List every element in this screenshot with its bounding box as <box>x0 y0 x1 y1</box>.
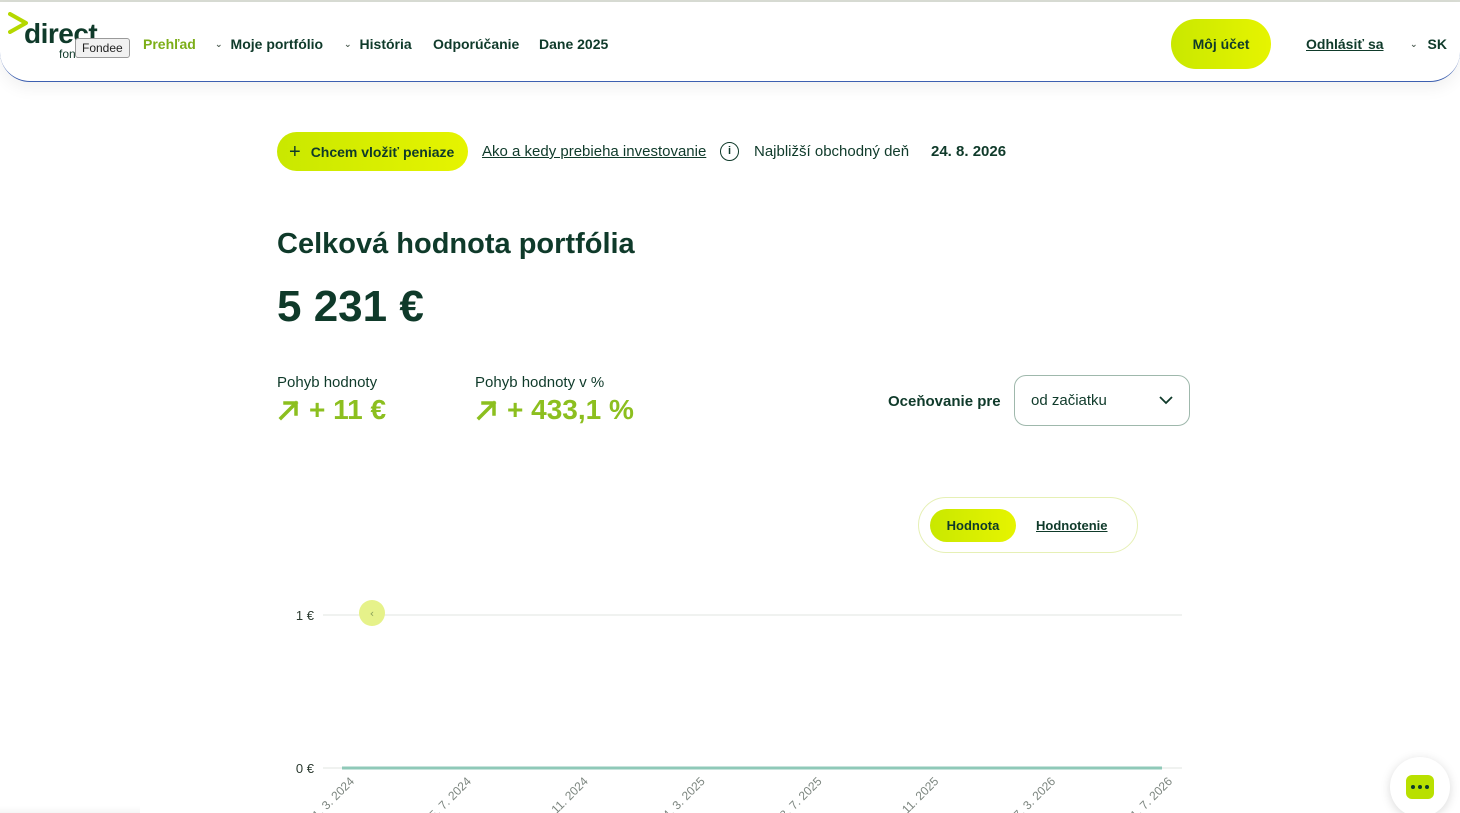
nav-item-overview[interactable]: Prehľad <box>143 36 196 52</box>
arrow-up-right-icon <box>476 400 497 421</box>
logout-link[interactable]: Odhlásiť sa <box>1306 36 1384 52</box>
nav-label: Odporúčanie <box>433 36 520 52</box>
nav-item-my-portfolio[interactable]: ⌄ Moje portfólio <box>215 36 323 52</box>
chevron-down-icon: ⌄ <box>215 38 223 49</box>
chart-x-tick-label: 7. 3. 2026 <box>1011 774 1059 813</box>
plus-icon: + <box>289 140 301 163</box>
chevron-left-icon: ‹ <box>370 607 374 620</box>
logo-tooltip: Fondee <box>75 38 130 58</box>
chart-mode-toggle: Hodnota Hodnotenie <box>918 497 1138 553</box>
value-change-pct-amount: + 433,1 % <box>507 394 634 425</box>
valuation-period-label: Oceňovanie pre <box>888 393 1001 410</box>
nav-label: Moje portfólio <box>230 36 324 52</box>
chart-y-tick-label: 1 € <box>296 608 315 623</box>
tab-rating[interactable]: Hodnotenie <box>1036 518 1108 533</box>
portfolio-value-chart: 1 € 0 € 1. 3. 2024 5. 7. 2024 1. 11. 2024 4.… <box>296 600 1182 813</box>
deposit-money-button[interactable]: + Chcem vložiť peniaze <box>277 132 468 171</box>
valuation-period-value: od začiatku <box>1031 392 1107 409</box>
value-change-pct: + 433,1 % <box>475 394 634 426</box>
chart-x-tick-label: 1. 11. 2024 <box>539 774 591 813</box>
chart-x-tick-label: 4. 3. 2025 <box>660 774 708 813</box>
value-change-label: Pohyb hodnoty <box>277 374 378 391</box>
nav-item-referral[interactable]: Odporúčanie <box>433 36 519 52</box>
chart-x-tick-label: 8. 7. 2025 <box>777 774 825 813</box>
tab-value[interactable]: Hodnota <box>930 509 1016 542</box>
value-change: + 11 € <box>277 394 386 426</box>
chart-y-tick-label: 0 € <box>296 761 315 776</box>
value-change-pct-label: Pohyb hodnoty v % <box>475 374 605 391</box>
language-selector[interactable]: ⌄ SK <box>1410 36 1447 52</box>
chart-x-ticks: 1. 3. 2024 5. 7. 2024 1. 11. 2024 4. 3. 202… <box>309 774 1175 813</box>
value-change-amount: + 11 € <box>309 394 387 425</box>
nav-label: História <box>359 36 412 52</box>
chart-x-tick-label: 1. 7. 2026 <box>1127 774 1175 813</box>
arrow-up-right-icon <box>278 400 299 421</box>
chart-x-tick-label: 1. 11. 2025 <box>890 774 942 813</box>
how-investing-works-link[interactable]: Ako a kedy prebieha investovanie <box>482 143 706 160</box>
chart-x-tick-label: 5. 7. 2024 <box>426 774 474 813</box>
chevron-down-icon <box>1159 396 1173 405</box>
portfolio-total-value: 5 231 € <box>277 282 424 331</box>
chart-x-tick-label: 1. 3. 2024 <box>309 774 357 813</box>
nav-item-taxes[interactable]: Dane 2025 <box>539 36 608 52</box>
chevron-down-icon: ⌄ <box>1410 38 1418 49</box>
deposit-button-label: Chcem vložiť peniaze <box>310 143 455 160</box>
next-trading-day-value: 24. 8. 2026 <box>931 143 1007 160</box>
valuation-period-select[interactable]: od začiatku <box>1014 375 1190 426</box>
chat-button[interactable] <box>1390 757 1450 813</box>
chevron-down-icon: ⌄ <box>344 38 352 49</box>
chat-icon <box>1406 775 1434 799</box>
nav-label: Prehľad <box>143 36 196 52</box>
chart-grid: 1 € 0 € <box>296 608 1182 776</box>
my-account-button[interactable]: Môj účet <box>1171 19 1271 69</box>
next-trading-day-label: Najbližší obchodný deň <box>754 143 910 160</box>
nav-label: Dane 2025 <box>539 36 609 52</box>
info-icon[interactable]: i <box>720 142 739 161</box>
footer-shadow <box>0 806 140 813</box>
language-label: SK <box>1427 36 1447 52</box>
page-title: Celková hodnota portfólia <box>277 228 635 260</box>
top-navigation: direct fondee Fondee Prehľad ⌄ Moje port… <box>0 2 1460 82</box>
nav-item-history[interactable]: ⌄ História <box>344 36 412 52</box>
